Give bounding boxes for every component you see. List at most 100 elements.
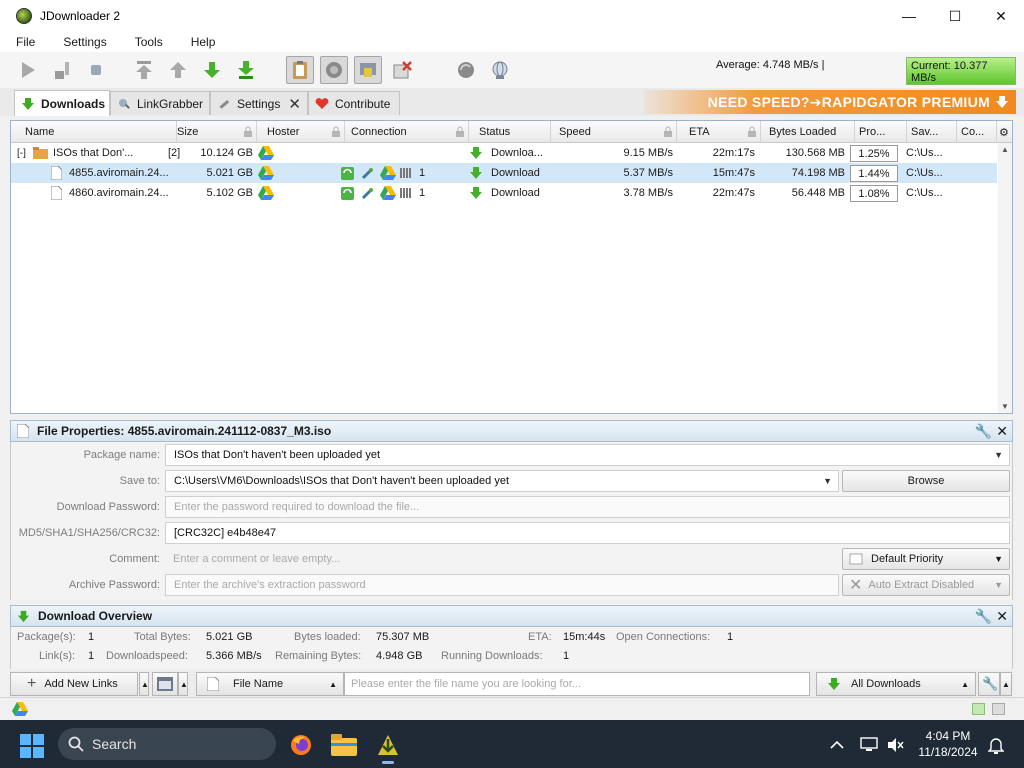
bottom-settings-button[interactable]: 🔧	[978, 672, 1000, 696]
premium-toggle[interactable]	[354, 56, 382, 84]
network-icon[interactable]	[858, 728, 880, 762]
silent-mode-button[interactable]	[388, 56, 416, 84]
eta-label: ETA:	[528, 631, 552, 643]
clipboard-observer-toggle[interactable]	[286, 56, 314, 84]
move-to-bottom-button[interactable]	[232, 56, 260, 84]
jdownloader-taskbar-icon[interactable]	[370, 728, 406, 764]
collapse-toggle[interactable]: [-]	[17, 143, 31, 163]
search-field-value: File Name	[233, 678, 284, 690]
table-view-button[interactable]	[152, 672, 178, 696]
plus-icon: +	[27, 675, 37, 692]
chevron-up-icon[interactable]	[824, 728, 850, 762]
package-save-to: C:\Us...	[906, 147, 943, 159]
close-button[interactable]: ✕	[978, 0, 1024, 32]
maximize-button[interactable]: ☐	[932, 0, 978, 32]
tab-downloads[interactable]: Downloads	[14, 90, 110, 116]
column-speed[interactable]: Speed	[555, 121, 677, 143]
scroll-up-icon[interactable]: ▲	[1001, 145, 1009, 154]
volume-muted-icon[interactable]	[884, 728, 906, 762]
menu-settings[interactable]: Settings	[57, 35, 112, 49]
dropdown-arrow-icon: ▲	[329, 679, 337, 689]
windows-start-icon[interactable]	[20, 734, 44, 758]
download-password-input[interactable]: Enter the password required to download …	[165, 496, 1010, 518]
taskbar-search-box[interactable]: Search	[58, 728, 276, 760]
tab-contribute[interactable]: Contribute	[308, 91, 400, 115]
toolbar	[0, 52, 1024, 88]
add-new-links-button[interactable]: + Add New Links	[10, 672, 138, 696]
column-eta[interactable]: ETA	[685, 121, 761, 143]
comment-input[interactable]: Enter a comment or leave empty...	[165, 548, 839, 570]
column-status[interactable]: Status	[475, 121, 551, 143]
google-drive-icon	[258, 143, 276, 163]
notifications-bell-icon[interactable]	[984, 728, 1008, 762]
table-scrollbar[interactable]: ▲ ▼	[998, 143, 1012, 413]
start-downloads-button[interactable]	[14, 56, 42, 84]
bottom-settings-menu-icon[interactable]: ▲	[1000, 672, 1012, 696]
column-chooser-icon[interactable]: ⚙	[997, 121, 1012, 143]
folder-icon	[33, 143, 49, 163]
download-status-icon	[469, 163, 485, 183]
lock-icon	[332, 126, 340, 137]
column-hoster[interactable]: Hoster	[263, 121, 345, 143]
premium-banner-text: NEED SPEED?➔RAPIDGATOR PREMIUM	[707, 93, 990, 110]
menu-tools[interactable]: Tools	[129, 35, 169, 49]
file-bytes-loaded: 74.198 MB	[791, 167, 845, 179]
dropdown-arrow-icon[interactable]: ▼	[823, 476, 832, 486]
view-menu-icon[interactable]: ▲	[178, 672, 188, 696]
menu-help[interactable]: Help	[185, 35, 222, 49]
package-row[interactable]: [-] ISOs that Don'... [2] 10.124 GB Down…	[11, 143, 997, 163]
close-tab-icon[interactable]: ✕	[288, 95, 301, 113]
file-row[interactable]: 4860.aviromain.24... 5.102 GB 1 Download…	[11, 183, 997, 203]
move-down-button[interactable]	[198, 56, 226, 84]
minimize-button[interactable]: —	[886, 0, 932, 32]
download-arrow-icon	[17, 610, 30, 622]
premium-banner[interactable]: NEED SPEED?➔RAPIDGATOR PREMIUM	[644, 90, 1016, 114]
column-bytes-loaded[interactable]: Bytes Loaded	[765, 121, 855, 143]
file-status: Download	[491, 167, 540, 179]
file-explorer-icon[interactable]	[326, 728, 362, 762]
remaining-bytes-label: Remaining Bytes:	[275, 650, 362, 662]
column-comment[interactable]: Co...	[957, 121, 997, 143]
panel-close-icon[interactable]: ✕	[996, 423, 1008, 440]
move-to-top-button[interactable]	[130, 56, 158, 84]
archive-password-input[interactable]: Enter the archive's extraction password	[165, 574, 839, 596]
lock-icon	[456, 126, 464, 137]
auto-extract-dropdown[interactable]: ✕ Auto Extract Disabled ▼	[842, 574, 1010, 596]
column-save-to[interactable]: Sav...	[907, 121, 957, 143]
packages-value: 1	[88, 631, 95, 643]
dropdown-arrow-icon[interactable]: ▼	[994, 450, 1003, 460]
panel-settings-icon[interactable]: 🔧	[975, 608, 992, 625]
menu-file[interactable]: File	[10, 35, 41, 49]
file-row[interactable]: 4855.aviromain.24... 5.021 GB 1 Download…	[11, 163, 997, 183]
taskbar-clock[interactable]: 4:04 PM 11/18/2024	[916, 728, 980, 760]
update-button[interactable]	[486, 56, 514, 84]
column-size[interactable]: Size	[173, 121, 257, 143]
move-up-button[interactable]	[164, 56, 192, 84]
stop-downloads-button[interactable]	[82, 56, 110, 84]
save-to-field[interactable]: C:\Users\VM6\Downloads\ISOs that Don't h…	[165, 470, 839, 492]
panel-close-icon[interactable]: ✕	[996, 608, 1008, 625]
package-name-field[interactable]: ISOs that Don't haven't been uploaded ye…	[165, 444, 1010, 466]
column-connection[interactable]: Connection	[347, 121, 469, 143]
pause-downloads-button[interactable]	[48, 56, 76, 84]
reconnect-button[interactable]	[452, 56, 480, 84]
browse-button[interactable]: Browse	[842, 470, 1010, 492]
firefox-icon[interactable]	[283, 728, 319, 762]
scroll-down-icon[interactable]: ▼	[1001, 402, 1009, 411]
panel-settings-icon[interactable]: 🔧	[975, 423, 992, 440]
tab-linkgrabber[interactable]: LinkGrabber	[110, 91, 210, 115]
add-links-menu-icon[interactable]: ▲	[139, 672, 149, 696]
filename-search-input[interactable]: Please enter the file name you are looki…	[344, 672, 810, 696]
tab-settings[interactable]: Settings ✕	[210, 91, 308, 115]
resume-icon	[341, 183, 357, 203]
all-downloads-dropdown[interactable]: All Downloads ▲	[816, 672, 976, 696]
connection-count: 1	[419, 167, 426, 179]
column-name[interactable]: Name	[21, 121, 177, 143]
search-field-dropdown[interactable]: File Name ▲	[196, 672, 344, 696]
auto-reconnect-toggle[interactable]	[320, 56, 348, 84]
total-bytes-value: 5.021 GB	[206, 631, 253, 643]
checksum-field[interactable]: [CRC32C] e4b48e47	[165, 522, 1010, 544]
column-progress[interactable]: Pro...	[855, 121, 907, 143]
tab-linkgrabber-label: LinkGrabber	[137, 96, 204, 111]
priority-dropdown[interactable]: Default Priority ▼	[842, 548, 1010, 570]
